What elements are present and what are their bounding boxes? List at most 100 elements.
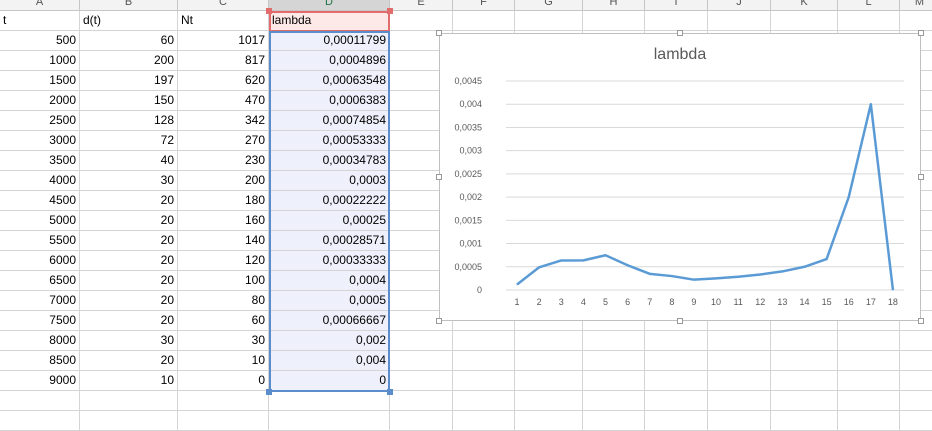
empty-cell[interactable] [900,411,932,431]
empty-cell[interactable] [900,11,932,31]
data-point[interactable] [671,275,673,277]
cell-t[interactable]: 5000 [0,211,80,231]
empty-cell[interactable] [771,351,838,371]
header-cell-t[interactable]: t [0,11,80,31]
empty-cell[interactable] [80,391,178,411]
column-header-h[interactable]: H [583,0,645,10]
cell-t[interactable]: 8500 [0,351,80,371]
empty-cell[interactable] [771,331,838,351]
empty-cell[interactable] [838,11,900,31]
cell-lambda[interactable]: 0,00063548 [269,71,390,91]
cell-dt[interactable]: 30 [80,171,178,191]
cell-dt[interactable]: 20 [80,191,178,211]
data-point[interactable] [693,279,695,281]
cell-t[interactable]: 4500 [0,191,80,211]
cell-nt[interactable]: 100 [178,271,269,291]
data-point[interactable] [538,266,540,268]
selection-handle-top-left[interactable] [266,8,272,14]
empty-cell[interactable] [453,391,515,411]
cell-t[interactable]: 3500 [0,151,80,171]
empty-cell[interactable] [453,351,515,371]
column-header-f[interactable]: F [453,0,515,10]
empty-cell[interactable] [583,351,645,371]
cell-t[interactable]: 5500 [0,231,80,251]
cell-lambda[interactable]: 0,00025 [269,211,390,231]
cell-lambda[interactable]: 0,00074854 [269,111,390,131]
cell-nt[interactable]: 10 [178,351,269,371]
empty-cell[interactable] [771,411,838,431]
cell-t[interactable]: 3000 [0,131,80,151]
data-point[interactable] [781,270,783,272]
empty-cell[interactable] [390,411,453,431]
cell-nt[interactable]: 80 [178,291,269,311]
cell-nt[interactable]: 0 [178,371,269,391]
cell-lambda[interactable]: 0,00028571 [269,231,390,251]
column-header-e[interactable]: E [390,0,453,10]
cell-t[interactable]: 4000 [0,171,80,191]
empty-cell[interactable] [453,11,515,31]
empty-cell[interactable] [515,411,583,431]
cell-dt[interactable]: 200 [80,51,178,71]
empty-cell[interactable] [708,411,771,431]
empty-cell[interactable] [515,351,583,371]
data-point[interactable] [627,264,629,266]
empty-cell[interactable] [515,371,583,391]
cell-nt[interactable]: 120 [178,251,269,271]
data-point[interactable] [582,259,584,261]
column-header-a[interactable]: A [0,0,80,10]
empty-cell[interactable] [515,331,583,351]
empty-cell[interactable] [583,371,645,391]
empty-cell[interactable] [900,351,932,371]
empty-cell[interactable] [645,11,708,31]
cell-lambda[interactable]: 0,002 [269,331,390,351]
cell-dt[interactable]: 20 [80,211,178,231]
header-cell-dt[interactable]: d(t) [80,11,178,31]
header-cell-nt[interactable]: Nt [178,11,269,31]
data-point[interactable] [560,259,562,261]
column-header-b[interactable]: B [80,0,178,10]
empty-cell[interactable] [0,411,80,431]
data-point[interactable] [516,284,518,286]
empty-cell[interactable] [583,411,645,431]
empty-cell[interactable] [771,11,838,31]
empty-cell[interactable] [708,351,771,371]
cell-lambda[interactable]: 0,0004 [269,271,390,291]
empty-cell[interactable] [390,391,453,411]
cell-t[interactable]: 1500 [0,71,80,91]
empty-cell[interactable] [178,391,269,411]
cell-lambda[interactable]: 0,0005 [269,291,390,311]
cell-nt[interactable]: 470 [178,91,269,111]
cell-dt[interactable]: 20 [80,231,178,251]
column-header-k[interactable]: K [771,0,838,10]
empty-cell[interactable] [80,411,178,431]
cell-lambda[interactable]: 0,004 [269,351,390,371]
cell-nt[interactable]: 160 [178,211,269,231]
empty-cell[interactable] [771,371,838,391]
cell-nt[interactable]: 270 [178,131,269,151]
cell-dt[interactable]: 40 [80,151,178,171]
cell-nt[interactable]: 1017 [178,31,269,51]
empty-cell[interactable] [771,391,838,411]
cell-nt[interactable]: 817 [178,51,269,71]
cell-dt[interactable]: 150 [80,91,178,111]
cell-lambda[interactable]: 0,0004896 [269,51,390,71]
cell-dt[interactable]: 20 [80,251,178,271]
cell-lambda[interactable]: 0,00011799 [269,31,390,51]
empty-cell[interactable] [269,391,390,411]
empty-cell[interactable] [900,371,932,391]
fill-handle[interactable] [387,389,393,395]
cell-t[interactable]: 6000 [0,251,80,271]
empty-cell[interactable] [900,391,932,411]
header-cell-lambda[interactable]: lambda [269,11,390,31]
empty-cell[interactable] [583,11,645,31]
cell-dt[interactable]: 72 [80,131,178,151]
cell-t[interactable]: 500 [0,31,80,51]
column-header-j[interactable]: J [708,0,771,10]
data-point[interactable] [649,273,651,275]
cell-dt[interactable]: 20 [80,291,178,311]
empty-cell[interactable] [838,331,900,351]
cell-lambda[interactable]: 0,00022222 [269,191,390,211]
cell-t[interactable]: 1000 [0,51,80,71]
cell-dt[interactable]: 197 [80,71,178,91]
cell-lambda[interactable]: 0,0006383 [269,91,390,111]
